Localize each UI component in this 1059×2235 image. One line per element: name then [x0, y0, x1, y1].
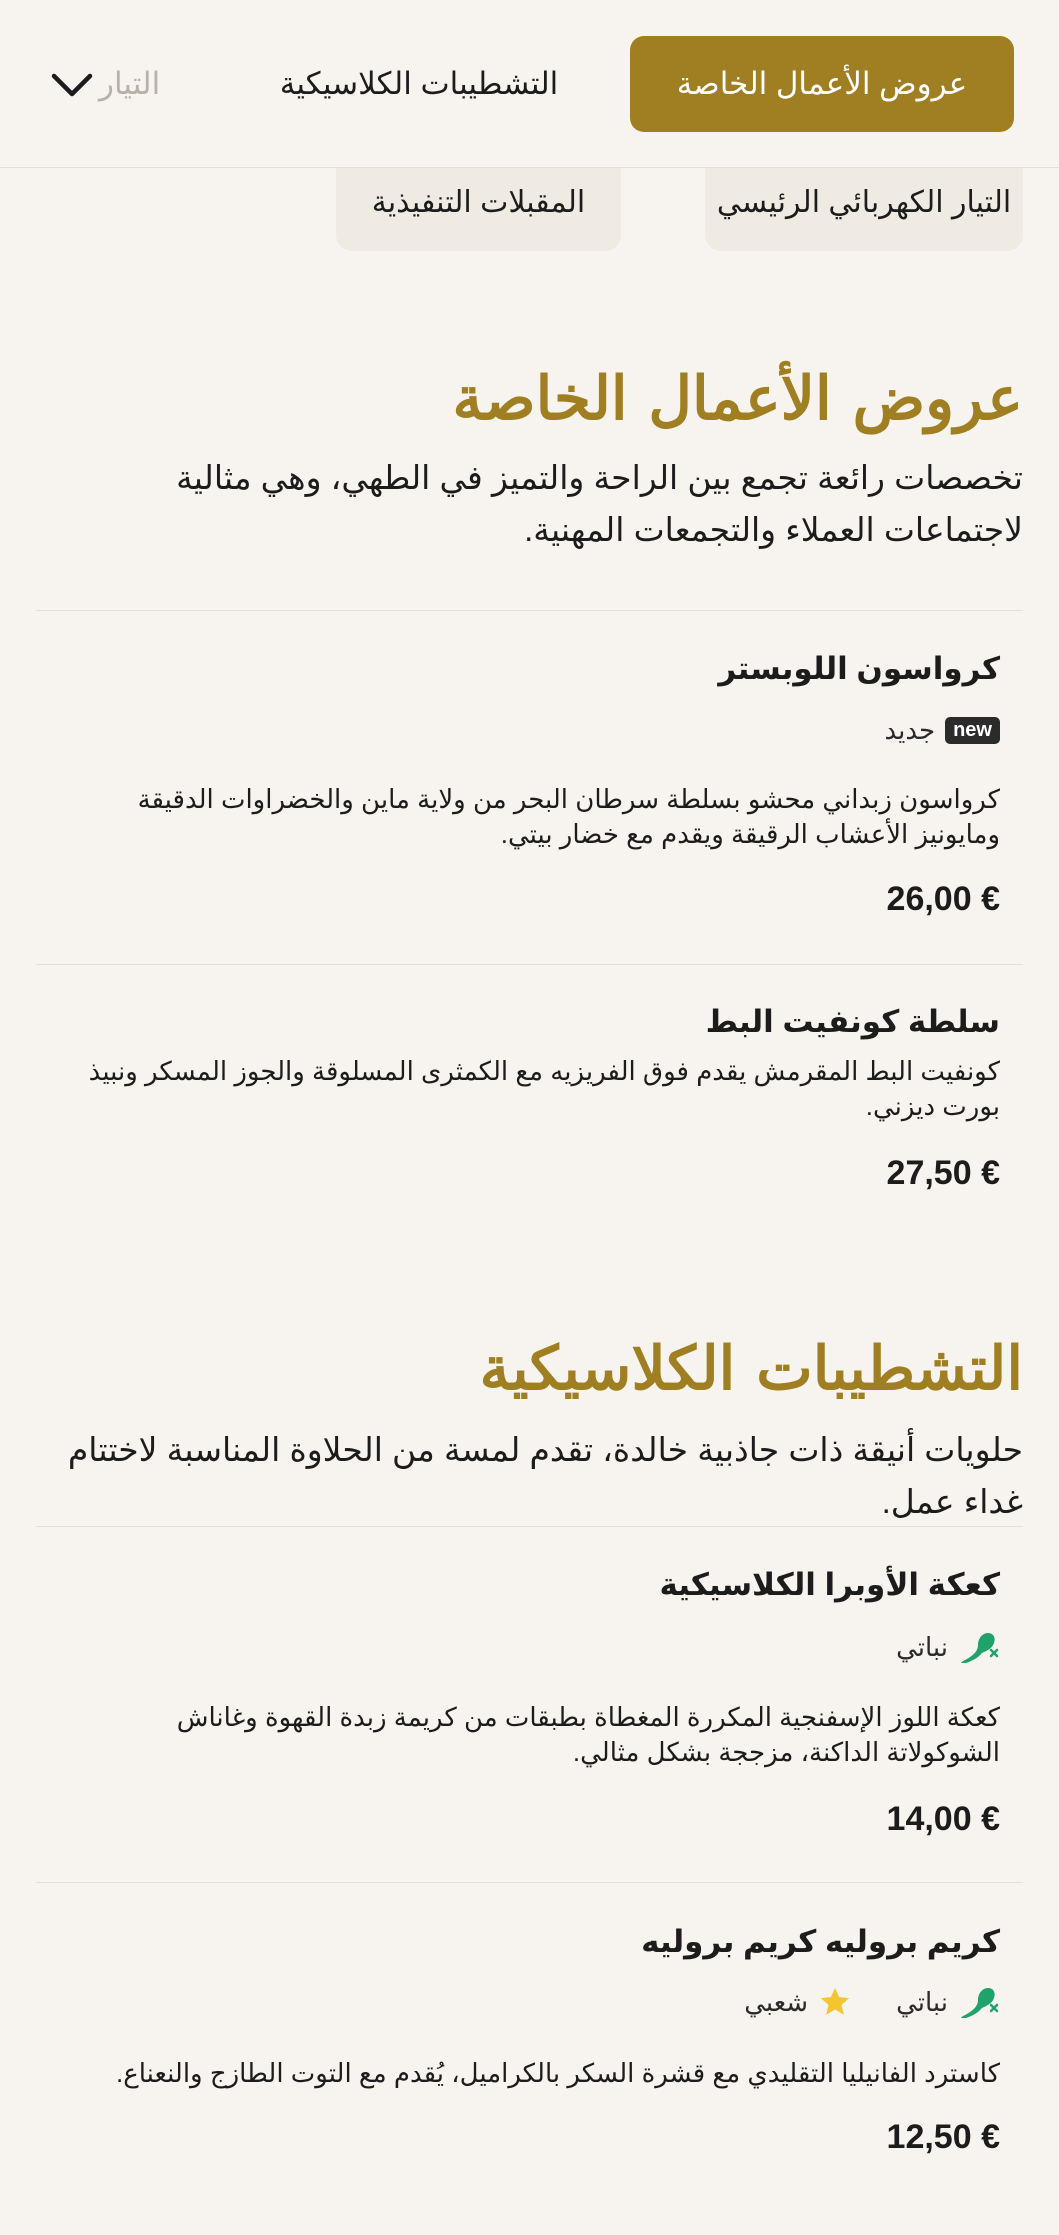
chevron-down-icon[interactable] — [50, 66, 94, 102]
item-description: كعكة اللوز الإسفنجية المكررة المغطاة بطب… — [176, 1702, 1000, 1767]
item-price: 12,50 € — [886, 2118, 1000, 2156]
section-title: عروض الأعمال الخاصة — [452, 364, 1023, 434]
tag-new: new جديد — [884, 715, 1000, 746]
item-description: كاسترد الفانيليا التقليدي مع قشرة السكر … — [116, 2058, 1000, 2088]
tag-label: نباتي — [896, 1986, 948, 2017]
tag-popular: شعبي — [744, 1985, 852, 2019]
tab-classic-finishes[interactable]: التشطيبات الكلاسيكية — [269, 36, 569, 132]
item-name: كريم بروليه كريم بروليه — [641, 1924, 1000, 1959]
item-tags: نباتي — [896, 1629, 1000, 1665]
tag-vegetarian: نباتي — [896, 1629, 1000, 1665]
divider — [36, 1882, 1023, 1883]
item-price: 26,00 € — [886, 880, 1000, 918]
divider — [36, 964, 1023, 965]
new-badge: new — [945, 716, 1000, 744]
divider — [36, 1526, 1023, 1527]
item-tags: new جديد — [884, 712, 1000, 748]
item-tags: نباتي شعبي — [744, 1984, 1000, 2020]
item-price: 27,50 € — [886, 1154, 1000, 1192]
item-name: كرواسون اللوبستر — [718, 651, 1000, 686]
item-price: 14,00 € — [886, 1800, 1000, 1838]
section-description: حلويات أنيقة ذات جاذبية خالدة، تقدم لمسة… — [67, 1431, 1023, 1520]
section-title: التشطيبات الكلاسيكية — [479, 1334, 1023, 1404]
tab-business-specials[interactable]: عروض الأعمال الخاصة — [630, 36, 1014, 132]
item-name: سلطة كونفيت البط — [705, 1004, 1000, 1039]
item-description: كرواسون زبداني محشو بسلطة سرطان البحر من… — [137, 784, 1000, 849]
tag-vegetarian: نباتي — [896, 1984, 1000, 2020]
tab-current[interactable]: التيار — [99, 36, 209, 132]
vegetarian-icon — [961, 1988, 999, 2018]
item-name: كعكة الأوبرا الكلاسيكية — [659, 1567, 1000, 1602]
tag-label: شعبي — [744, 1986, 809, 2017]
tag-label: نباتي — [896, 1631, 948, 1662]
tag-label: جديد — [884, 714, 936, 745]
star-icon — [820, 1987, 850, 2015]
category-nav: عروض الأعمال الخاصة التشطيبات الكلاسيكية… — [0, 0, 1059, 168]
section-description: تخصصات رائعة تجمع بين الراحة والتميز في … — [176, 459, 1023, 548]
vegetarian-icon — [961, 1633, 999, 1663]
item-description: كونفيت البط المقرمش يقدم فوق الفريزيه مع… — [88, 1056, 1000, 1121]
divider — [36, 610, 1023, 611]
